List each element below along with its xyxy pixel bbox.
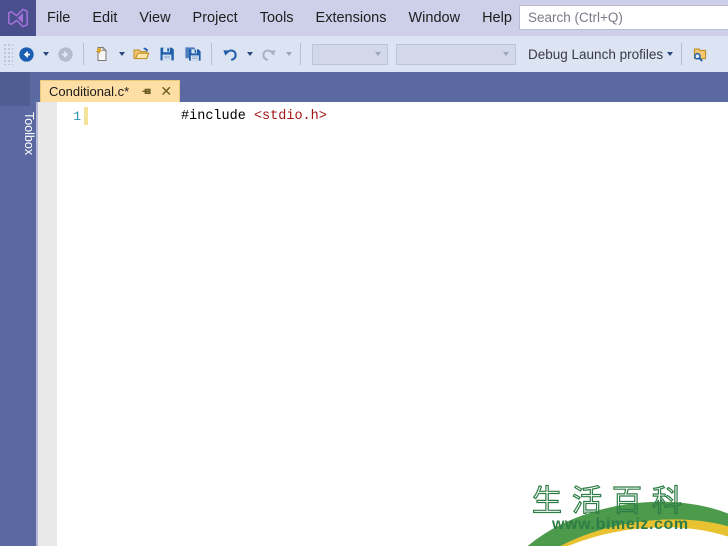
search-placeholder: Search (Ctrl+Q)	[528, 10, 623, 25]
code-token-header: <stdio.h>	[253, 108, 327, 124]
menu-item-file[interactable]: File	[36, 0, 81, 36]
menu-item-edit[interactable]: Edit	[81, 0, 128, 36]
redo-dropdown[interactable]	[282, 41, 295, 67]
standard-toolbar: Debug Launch profiles	[0, 36, 728, 72]
menu-item-window[interactable]: Window	[397, 0, 471, 36]
code-token-include: #include	[181, 108, 254, 124]
menu-item-help[interactable]: Help	[471, 0, 523, 36]
chevron-down-icon	[375, 52, 381, 56]
folder-search-icon[interactable]	[687, 41, 713, 67]
toolbar-separator	[681, 43, 683, 65]
menu-item-extensions[interactable]: Extensions	[305, 0, 398, 36]
menu-bar: File Edit View Project Tools Extensions …	[0, 0, 728, 36]
sidebar-item-toolbox[interactable]: Toolbox	[0, 112, 36, 155]
save-icon[interactable]	[154, 41, 180, 67]
code-editor[interactable]: 1 #include <stdio.h>	[36, 102, 728, 546]
menu-item-project[interactable]: Project	[182, 0, 249, 36]
save-all-icon[interactable]	[180, 41, 206, 67]
new-item-dropdown[interactable]	[115, 41, 128, 67]
open-file-icon[interactable]	[128, 41, 154, 67]
debug-target-label[interactable]: Debug Launch profiles	[528, 47, 663, 62]
toolbar-separator	[83, 43, 84, 65]
visual-studio-logo-icon	[0, 0, 36, 36]
navigate-back-icon[interactable]	[13, 41, 39, 67]
search-input[interactable]: Search (Ctrl+Q)	[519, 5, 728, 30]
menu-item-tools[interactable]: Tools	[249, 0, 305, 36]
toolbar-separator	[211, 43, 212, 65]
code-text[interactable]: #include <stdio.h>	[100, 94, 327, 139]
line-number: 1	[73, 108, 81, 124]
debug-target-dropdown[interactable]	[663, 41, 676, 67]
toolbox-sidebar[interactable]: Toolbox	[0, 72, 36, 546]
code-surface[interactable]: 1 #include <stdio.h>	[57, 102, 728, 546]
toolbox-tab-header	[0, 72, 30, 106]
undo-dropdown[interactable]	[243, 41, 256, 67]
redo-icon[interactable]	[256, 41, 282, 67]
solution-platform-combo[interactable]	[396, 43, 516, 65]
undo-icon[interactable]	[217, 41, 243, 67]
toolbar-gripper-icon[interactable]	[3, 43, 13, 65]
menu-item-view[interactable]: View	[128, 0, 181, 36]
chevron-down-icon	[666, 52, 673, 56]
chevron-down-icon	[42, 52, 49, 56]
visual-studio-window: File Edit View Project Tools Extensions …	[0, 0, 728, 546]
solution-configuration-combo[interactable]	[312, 43, 388, 65]
chevron-down-icon	[503, 52, 509, 56]
chevron-down-icon	[118, 52, 125, 56]
code-line-1[interactable]: 1 #include <stdio.h>	[57, 107, 327, 125]
chevron-down-icon	[246, 52, 253, 56]
navigate-back-dropdown[interactable]	[39, 41, 52, 67]
navigate-forward-icon[interactable]	[52, 41, 78, 67]
unsaved-change-indicator	[84, 107, 88, 125]
selection-margin[interactable]	[38, 102, 57, 546]
toolbar-separator	[300, 43, 301, 65]
chevron-down-icon	[285, 52, 292, 56]
new-item-icon[interactable]	[89, 41, 115, 67]
